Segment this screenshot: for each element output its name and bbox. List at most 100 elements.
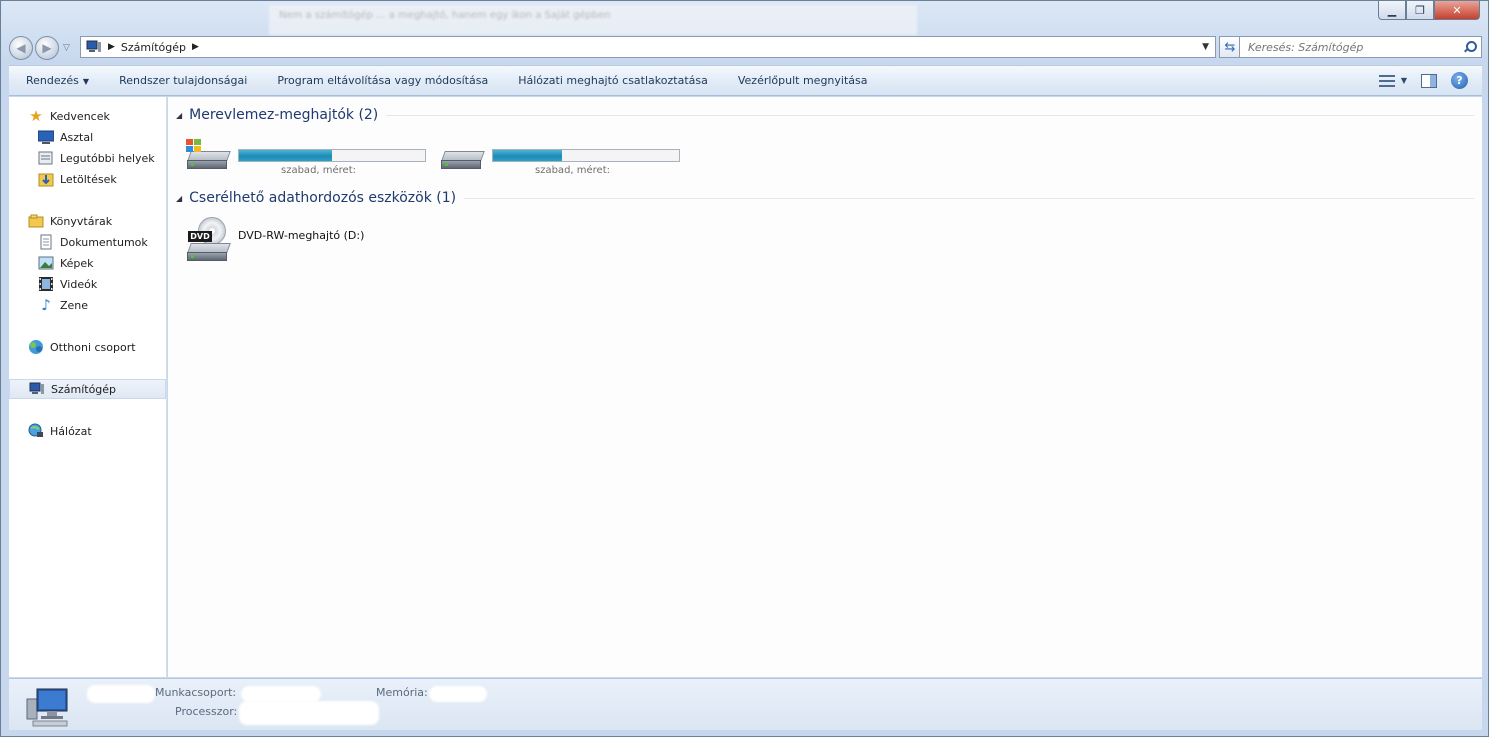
blurred-title-text: Nem a számítógép ... a meghajtó, hanem e… — [279, 10, 611, 21]
sidebar-item-label: Asztal — [60, 130, 94, 144]
sidebar-item-label: Letöltések — [60, 172, 117, 186]
file-list: ◢ Merevlemez-meghajtók (2) szabad, méret… — [168, 97, 1482, 677]
details-pane: Munkacsoport: Memória: Processzor: — [9, 678, 1482, 730]
dvd-drive-label: DVD-RW-meghajtó (D:) — [238, 229, 365, 242]
change-view-icon[interactable] — [1378, 74, 1395, 88]
forward-button[interactable]: ▶ — [35, 36, 59, 60]
sidebar-item-downloads[interactable]: Letöltések — [9, 169, 167, 189]
system-properties-button[interactable]: Rendszer tulajdonságai — [104, 74, 262, 87]
maximize-button[interactable]: ❐ — [1406, 1, 1434, 20]
help-icon[interactable]: ? — [1451, 72, 1468, 89]
redacted-workgroup — [241, 686, 321, 702]
organize-button[interactable]: Rendezés ▼ — [9, 74, 104, 87]
open-control-panel-button[interactable]: Vezérlőpult megnyitása — [723, 74, 883, 87]
drive-info: szabad, méret: — [238, 149, 426, 176]
minimize-button[interactable]: ▁ — [1378, 1, 1406, 20]
sidebar-item-music[interactable]: ♪ Zene — [9, 295, 167, 315]
blurred-background-title: Nem a számítógép ... a meghajtó, hanem e… — [269, 5, 917, 35]
close-button[interactable]: ✕ — [1434, 1, 1480, 20]
sidebar-item-documents[interactable]: Dokumentumok — [9, 232, 167, 252]
hard-drive-icon — [438, 137, 488, 177]
redacted-processor — [239, 701, 379, 725]
redacted-memory — [429, 686, 487, 702]
refresh-icon: ⇆ — [1224, 39, 1236, 55]
sidebar-item-computer[interactable]: Számítógép — [9, 379, 166, 399]
breadcrumb-separator-icon[interactable]: ▶ — [192, 42, 199, 52]
memory-label: Memória: — [376, 686, 428, 699]
drive-info: szabad, méret: — [492, 149, 680, 176]
videos-icon — [38, 276, 54, 292]
view-options-chevron-icon[interactable]: ▼ — [1401, 76, 1407, 85]
music-note-icon: ♪ — [41, 296, 51, 314]
drive-caption: szabad, méret: — [281, 165, 356, 176]
back-arrow-icon: ◀ — [16, 41, 26, 55]
system-drive-icon — [184, 137, 234, 177]
drive-usage-fill — [239, 150, 332, 161]
star-icon: ★ — [29, 107, 43, 125]
organize-label: Rendezés — [26, 74, 79, 87]
sidebar-item-network[interactable]: Hálózat — [9, 421, 167, 441]
explorer-window: Nem a számítógép ... a meghajtó, hanem e… — [0, 0, 1489, 737]
sidebar-item-label: Képek — [60, 256, 94, 270]
windows-logo-icon — [186, 139, 202, 153]
sidebar-item-videos[interactable]: Videók — [9, 274, 167, 294]
workgroup-label: Munkacsoport: — [155, 686, 237, 699]
sidebar-item-label: Otthoni csoport — [50, 340, 136, 354]
desktop-icon — [38, 129, 54, 145]
sidebar-item-libraries[interactable]: Könyvtárak — [9, 211, 167, 231]
sidebar-item-label: Zene — [60, 298, 89, 312]
back-button[interactable]: ◀ — [9, 36, 33, 60]
refresh-button[interactable]: ⇆ — [1219, 36, 1241, 58]
breadcrumb-computer[interactable]: Számítógép — [121, 41, 186, 54]
sidebar-item-recent-places[interactable]: Legutóbbi helyek — [9, 148, 167, 168]
recent-pages-dropdown-icon[interactable]: ▽ — [63, 43, 70, 53]
search-icon[interactable] — [1463, 41, 1477, 53]
sidebar-item-favorites[interactable]: ★ Kedvencek — [9, 106, 167, 126]
caption-buttons: ▁ ❐ ✕ — [1378, 1, 1480, 20]
search-input[interactable] — [1248, 40, 1448, 54]
recent-places-icon — [38, 150, 54, 166]
group-divider — [386, 114, 1474, 116]
sidebar-item-label: Könyvtárak — [50, 214, 113, 228]
sidebar-item-label: Kedvencek — [50, 109, 110, 123]
collapse-triangle-icon[interactable]: ◢ — [176, 194, 182, 203]
sidebar-item-pictures[interactable]: Képek — [9, 253, 167, 273]
view-controls: ▼ ? — [1378, 72, 1468, 89]
network-globe-icon — [28, 423, 44, 439]
search-box[interactable] — [1239, 36, 1482, 58]
sidebar-item-label: Dokumentumok — [60, 235, 148, 249]
sidebar-item-label: Videók — [60, 277, 98, 291]
sidebar-item-label: Számítógép — [51, 382, 117, 396]
dvd-drive-icon: DVD — [184, 217, 234, 261]
group-label: Cserélhető adathordozós eszközök (1) — [189, 190, 457, 206]
drive-usage-bar — [238, 149, 426, 162]
drive-usage-fill — [493, 150, 562, 161]
breadcrumb-separator-icon[interactable]: ▶ — [108, 42, 115, 52]
homegroup-icon — [28, 339, 44, 355]
group-divider — [464, 197, 1474, 199]
hdd-group-header[interactable]: ◢ Merevlemez-meghajtók (2) — [176, 107, 1474, 123]
downloads-folder-icon — [38, 171, 54, 187]
sidebar-item-label: Legutóbbi helyek — [60, 151, 155, 165]
forward-arrow-icon: ▶ — [42, 41, 52, 55]
drive-data[interactable]: szabad, méret: — [438, 137, 680, 177]
collapse-triangle-icon[interactable]: ◢ — [176, 111, 182, 120]
address-bar[interactable]: ▶ Számítógép ▶ ▼ — [80, 36, 1216, 58]
sidebar-item-label: Hálózat — [50, 424, 92, 438]
libraries-folder-icon — [28, 213, 44, 229]
drive-c[interactable]: szabad, méret: — [184, 137, 426, 177]
uninstall-program-button[interactable]: Program eltávolítása vagy módosítása — [262, 74, 503, 87]
drive-usage-bar — [492, 149, 680, 162]
group-label: Merevlemez-meghajtók (2) — [189, 107, 379, 123]
sidebar-item-desktop[interactable]: Asztal — [9, 127, 167, 147]
documents-icon — [38, 234, 54, 250]
address-dropdown-icon[interactable]: ▼ — [1202, 42, 1209, 52]
redacted-name — [87, 685, 155, 703]
removable-group-header[interactable]: ◢ Cserélhető adathordozós eszközök (1) — [176, 190, 1474, 206]
map-network-drive-button[interactable]: Hálózati meghajtó csatlakoztatása — [503, 74, 723, 87]
preview-pane-icon[interactable] — [1421, 73, 1437, 88]
navigation-pane: ★ Kedvencek Asztal Legutóbbi helyek Letö… — [9, 97, 167, 677]
sidebar-item-homegroup[interactable]: Otthoni csoport — [9, 337, 167, 357]
dvd-drive[interactable]: DVD DVD-RW-meghajtó (D:) — [184, 217, 365, 261]
computer-icon — [29, 381, 45, 397]
